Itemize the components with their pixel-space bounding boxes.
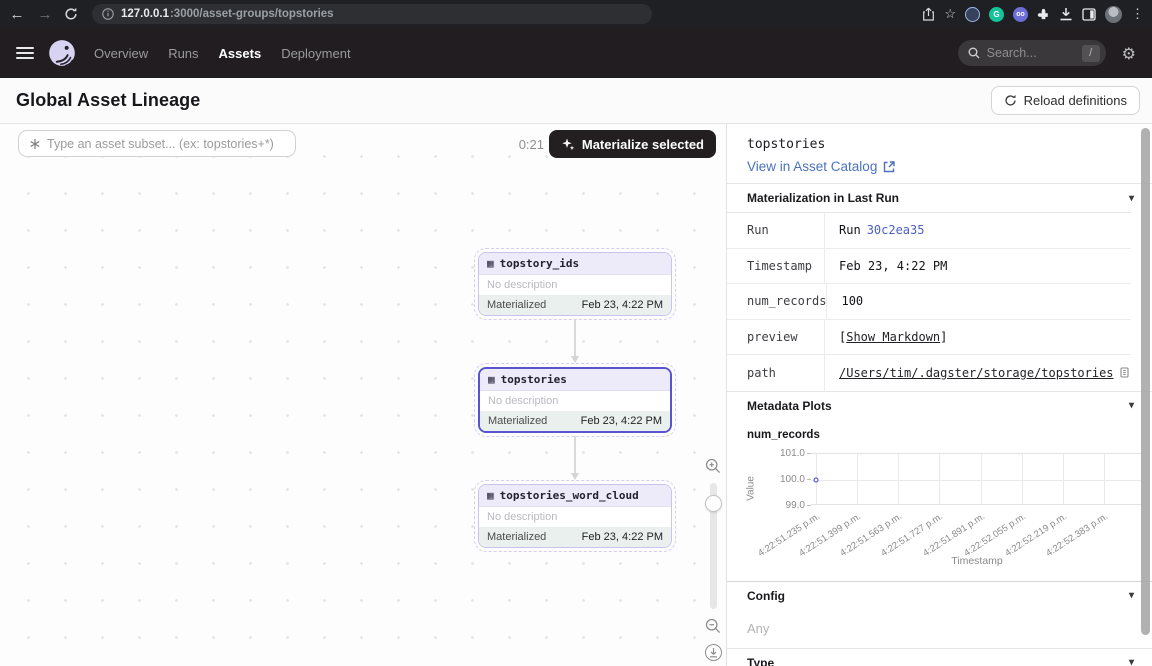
table-row-run: Run Run30c2ea35: [727, 213, 1131, 249]
global-search[interactable]: /: [958, 40, 1106, 66]
chevron-down-icon: ▾: [1129, 193, 1134, 204]
page-header: Global Asset Lineage Reload definitions: [0, 78, 1152, 124]
table-row-path: path /Users/tim/.dagster/storage/topstor…: [727, 355, 1131, 391]
share-icon[interactable]: [922, 7, 935, 21]
table-icon: ▦: [487, 258, 494, 269]
asset-node-topstory-ids[interactable]: ▦ topstory_ids No description Materialize…: [478, 252, 672, 316]
extension-icon-1[interactable]: [965, 7, 980, 22]
nav-item-runs[interactable]: Runs: [168, 46, 198, 61]
asset-subset-icon: [29, 138, 41, 150]
asset-filter[interactable]: [18, 130, 296, 157]
section-materialization-last-run[interactable]: Materialization in Last Run ▾: [727, 183, 1152, 212]
materialize-selected-button[interactable]: Materialize selected: [549, 130, 716, 158]
goggles-extension-icon[interactable]: oo: [1013, 7, 1028, 22]
reload-definitions-button[interactable]: Reload definitions: [991, 86, 1140, 115]
asset-filter-input[interactable]: [47, 137, 285, 151]
config-value: Any: [727, 610, 1152, 648]
search-icon: [968, 47, 980, 59]
external-link-icon: [883, 161, 895, 173]
panel-scrollbar[interactable]: [1141, 128, 1150, 635]
settings-gear-icon[interactable]: ⚙: [1122, 44, 1136, 63]
asset-status: Materialized: [487, 531, 546, 543]
run-id-link[interactable]: 30c2ea35: [867, 223, 925, 237]
view-in-asset-catalog-link[interactable]: View in Asset Catalog: [747, 159, 1132, 174]
nav-item-assets[interactable]: Assets: [219, 46, 262, 61]
asset-details-panel: topstories View in Asset Catalog Materia…: [726, 124, 1152, 666]
materialization-table: Run Run30c2ea35 Timestamp Feb 23, 4:22 P…: [727, 212, 1131, 391]
grammarly-extension-icon[interactable]: G: [989, 7, 1004, 22]
url-host: 127.0.0.1: [121, 8, 169, 20]
nav-item-deployment[interactable]: Deployment: [281, 46, 350, 61]
asset-node-topstories-word-cloud[interactable]: ▦ topstories_word_cloud No description Ma…: [478, 484, 672, 548]
section-config[interactable]: Config ▾: [727, 581, 1152, 610]
lineage-edge: [574, 320, 576, 360]
zoom-slider-thumb[interactable]: [705, 495, 722, 512]
table-row-timestamp: Timestamp Feb 23, 4:22 PM: [727, 249, 1131, 285]
zoom-in-icon[interactable]: [705, 458, 721, 474]
info-icon[interactable]: [102, 8, 114, 20]
asset-graph-canvas[interactable]: 0:21 Materialize selected ▦ topstory_ids …: [0, 124, 726, 666]
hamburger-menu-icon[interactable]: [16, 47, 34, 59]
num-records-chart: Value 101.0 100.0 99.0 4:22:51.235 p.m. …: [727, 445, 1152, 581]
asset-description: No description: [479, 507, 671, 527]
asset-date: Feb 23, 4:22 PM: [581, 415, 662, 427]
search-input[interactable]: [987, 46, 1075, 60]
copy-clipboard-icon[interactable]: [1120, 367, 1131, 379]
page-title: Global Asset Lineage: [16, 90, 200, 111]
x-axis-label: Timestamp: [811, 555, 1143, 567]
y-tick: 101.0: [755, 448, 805, 459]
table-row-num-records: num_records 100: [727, 284, 1131, 320]
selected-asset-title: topstories: [747, 137, 1132, 152]
section-type[interactable]: Type ▾: [727, 648, 1152, 666]
y-tick: 99.0: [755, 500, 805, 511]
asset-name: topstories_word_cloud: [500, 489, 639, 502]
table-icon: ▦: [488, 374, 495, 385]
asset-date: Feb 23, 4:22 PM: [582, 531, 663, 543]
downloads-icon[interactable]: [1059, 7, 1073, 21]
plot-area: [811, 453, 1143, 505]
asset-description: No description: [480, 391, 670, 411]
asset-name: topstories: [501, 373, 567, 386]
browser-toolbar: ← → 127.0.0.1:3000/asset-groups/topstori…: [0, 0, 1152, 28]
asset-node-topstories[interactable]: ▦ topstories No description Materialized F…: [478, 367, 672, 433]
nav-item-overview[interactable]: Overview: [94, 46, 148, 61]
path-link[interactable]: /Users/tim/.dagster/storage/topstories: [839, 366, 1114, 380]
fit-view-icon[interactable]: [705, 644, 722, 661]
dagster-logo[interactable]: [48, 39, 76, 67]
zoom-slider[interactable]: [710, 483, 717, 609]
asset-status: Materialized: [487, 299, 546, 311]
sparkle-plus-icon: [561, 137, 575, 151]
back-icon[interactable]: ←: [8, 7, 26, 22]
puzzle-extension-icon[interactable]: [1037, 8, 1050, 21]
asset-name: topstory_ids: [500, 257, 579, 270]
reload-icon[interactable]: [64, 7, 82, 21]
plot-title: num_records: [727, 420, 1152, 441]
chevron-down-icon: ▾: [1129, 400, 1134, 411]
refresh-icon: [1004, 94, 1017, 107]
chevron-down-icon: ▾: [1129, 590, 1134, 601]
table-row-preview: preview [Show Markdown]: [727, 320, 1131, 356]
profile-avatar[interactable]: [1105, 6, 1122, 23]
url-path: :3000/asset-groups/topstories: [170, 8, 334, 20]
show-markdown-link[interactable]: Show Markdown: [846, 330, 940, 344]
forward-icon[interactable]: →: [36, 7, 54, 22]
refresh-countdown: 0:21: [519, 137, 544, 152]
side-panel-icon[interactable]: [1082, 8, 1096, 21]
asset-status: Materialized: [488, 415, 547, 427]
browser-menu-icon[interactable]: ⋮: [1131, 6, 1144, 22]
chevron-down-icon: ▾: [1129, 657, 1134, 666]
lineage-edge: [574, 436, 576, 477]
data-point: [814, 477, 819, 482]
asset-description: No description: [479, 275, 671, 295]
url-bar[interactable]: 127.0.0.1:3000/asset-groups/topstories: [92, 4, 652, 24]
y-tick: 100.0: [755, 474, 805, 485]
table-icon: ▦: [487, 490, 494, 501]
asset-date: Feb 23, 4:22 PM: [582, 299, 663, 311]
app-navbar: Overview Runs Assets Deployment / ⚙: [0, 28, 1152, 78]
section-metadata-plots[interactable]: Metadata Plots ▾: [727, 391, 1152, 420]
zoom-out-icon[interactable]: [705, 618, 721, 634]
bookmark-star-icon[interactable]: ☆: [944, 6, 956, 22]
search-shortcut-badge: /: [1082, 45, 1100, 62]
